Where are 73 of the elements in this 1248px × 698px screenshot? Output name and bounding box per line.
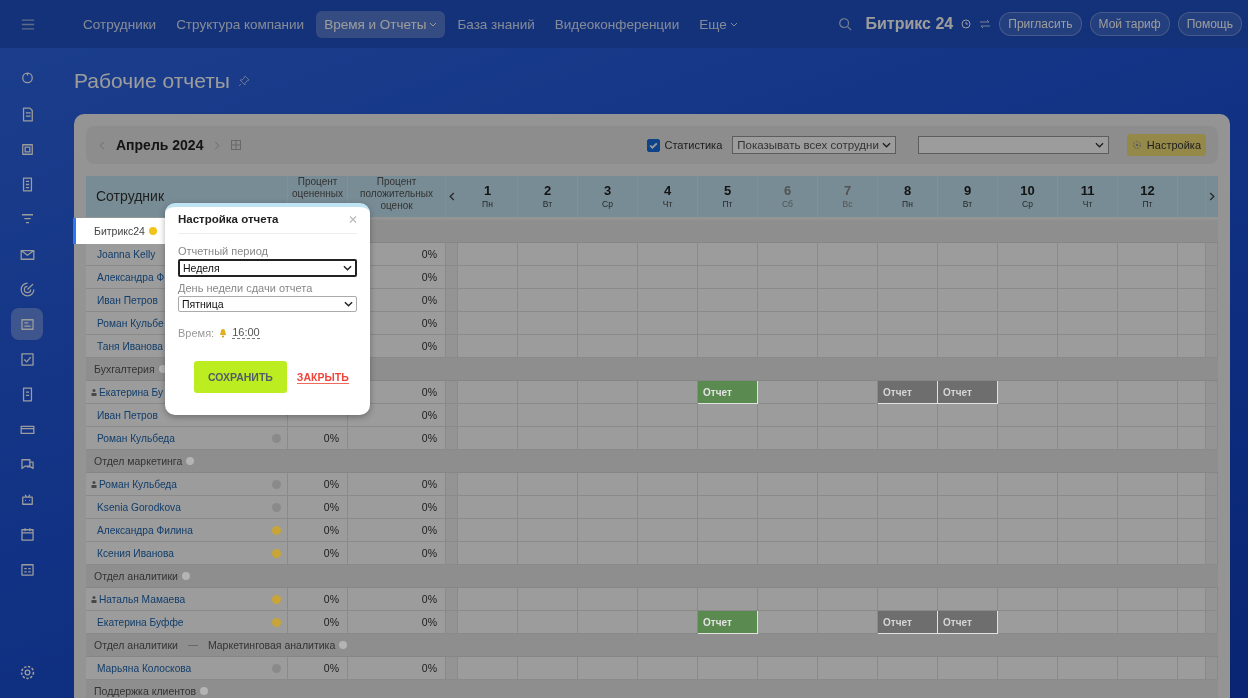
filter-dropdown[interactable]: Показывать всех сотрудни bbox=[732, 136, 896, 154]
day-header: 5 Пт bbox=[698, 176, 758, 217]
table-cell: 0% bbox=[288, 496, 348, 519]
table-cell: 0% bbox=[288, 519, 348, 542]
select-field[interactable]: Неделя bbox=[178, 259, 357, 277]
employee-link[interactable]: Joanna Kelly bbox=[97, 248, 156, 260]
table-cell: 0% bbox=[348, 519, 446, 542]
day-header: 11 Чт bbox=[1058, 176, 1118, 217]
table-cell: 0% bbox=[348, 542, 446, 565]
table-cell: 0% bbox=[348, 588, 446, 611]
nav-tab[interactable]: Сотрудники bbox=[75, 10, 165, 38]
time-label: Время: bbox=[178, 326, 215, 339]
day-header: 1 Пн bbox=[458, 176, 518, 217]
nav-tab[interactable]: Видеоконференции bbox=[546, 10, 688, 38]
day-header: 4 Чт bbox=[638, 176, 698, 217]
report-tag[interactable]: Отчет bbox=[938, 611, 998, 634]
employee-link[interactable]: Роман Кульбе bbox=[97, 317, 164, 329]
table-cell: 0% bbox=[348, 657, 446, 680]
table-cell: 0% bbox=[288, 427, 348, 450]
employee-link[interactable]: Екатерина Бу bbox=[99, 386, 164, 398]
day-header: 3 Ср bbox=[578, 176, 638, 217]
department-name: Отдел аналитики bbox=[94, 570, 178, 582]
page-title: Рабочие отчеты bbox=[74, 69, 230, 93]
nav-tab[interactable]: Структура компании bbox=[168, 10, 313, 38]
employee-link[interactable]: Ksenia Gorodkova bbox=[97, 501, 181, 513]
department-name: Отдел маркетинга bbox=[94, 455, 183, 467]
employee-link[interactable]: Таня Иванова bbox=[97, 340, 163, 352]
employee-link[interactable]: Ксения Иванова bbox=[97, 547, 174, 559]
report-tag[interactable]: Отчет bbox=[878, 381, 938, 404]
nav-tab[interactable]: База знаний bbox=[449, 10, 543, 38]
report-tag[interactable]: Отчет bbox=[698, 381, 758, 404]
department-name: Поддержка клиентов bbox=[94, 685, 197, 697]
table-cell: 0% bbox=[348, 427, 446, 450]
field-label: Отчетный период bbox=[178, 245, 269, 257]
day-header: 2 Вт bbox=[518, 176, 578, 217]
table-cell: 0% bbox=[288, 611, 348, 634]
department-name: Маркетинговая аналитика bbox=[207, 639, 336, 651]
report-tag[interactable]: Отчет bbox=[878, 611, 938, 634]
time-link[interactable]: 16:00 bbox=[232, 326, 260, 339]
nav-tab[interactable]: Еще bbox=[691, 10, 746, 38]
save-button[interactable]: СОХРАНИТЬ bbox=[194, 361, 287, 393]
employee-link[interactable]: Александра Ф bbox=[97, 271, 165, 283]
table-cell: 0% bbox=[288, 473, 348, 496]
table-cell: 0% bbox=[348, 496, 446, 519]
period-title: Апрель 2024 bbox=[116, 137, 204, 153]
logo: Битрикс 24 bbox=[865, 15, 954, 33]
day-header: 10 Ср bbox=[998, 176, 1058, 217]
day-header: 8 Пн bbox=[878, 176, 938, 217]
checkbox-label: Статистика bbox=[664, 139, 723, 151]
employee-link[interactable]: Роман Кульбеда bbox=[99, 478, 177, 490]
department-name: Битрикс24 bbox=[94, 225, 145, 237]
table-cell: 0% bbox=[288, 657, 348, 680]
select-field[interactable]: Пятница bbox=[178, 296, 357, 312]
day-header: 12 Пт bbox=[1118, 176, 1178, 217]
report-tag[interactable]: Отчет bbox=[938, 381, 998, 404]
employee-link[interactable]: Иван Петров bbox=[97, 294, 158, 306]
employee-link[interactable]: Роман Кульбеда bbox=[97, 432, 175, 444]
table-cell: 0% bbox=[288, 542, 348, 565]
employee-link[interactable]: Наталья Мамаева bbox=[99, 593, 186, 605]
employee-link[interactable]: Александра Филина bbox=[97, 524, 193, 536]
department-name: Отдел аналитики bbox=[94, 639, 178, 651]
close-link[interactable]: ЗАКРЫТЬ bbox=[296, 370, 349, 384]
field-label: День недели сдачи отчета bbox=[178, 282, 314, 294]
table-cell: 0% bbox=[288, 588, 348, 611]
settings-button[interactable]: Настройка bbox=[1126, 134, 1206, 156]
table-cell: 0% bbox=[348, 473, 446, 496]
report-tag[interactable]: Отчет bbox=[698, 611, 758, 634]
department-name: Бухгалтерия bbox=[94, 363, 155, 375]
employee-link[interactable]: Екатерина Буффе bbox=[97, 616, 184, 628]
employee-link[interactable]: Иван Петров bbox=[97, 409, 158, 421]
day-header: 9 Вт bbox=[938, 176, 998, 217]
employee-link[interactable]: Марьяна Колоскова bbox=[97, 662, 192, 674]
table-cell: 0% bbox=[348, 611, 446, 634]
